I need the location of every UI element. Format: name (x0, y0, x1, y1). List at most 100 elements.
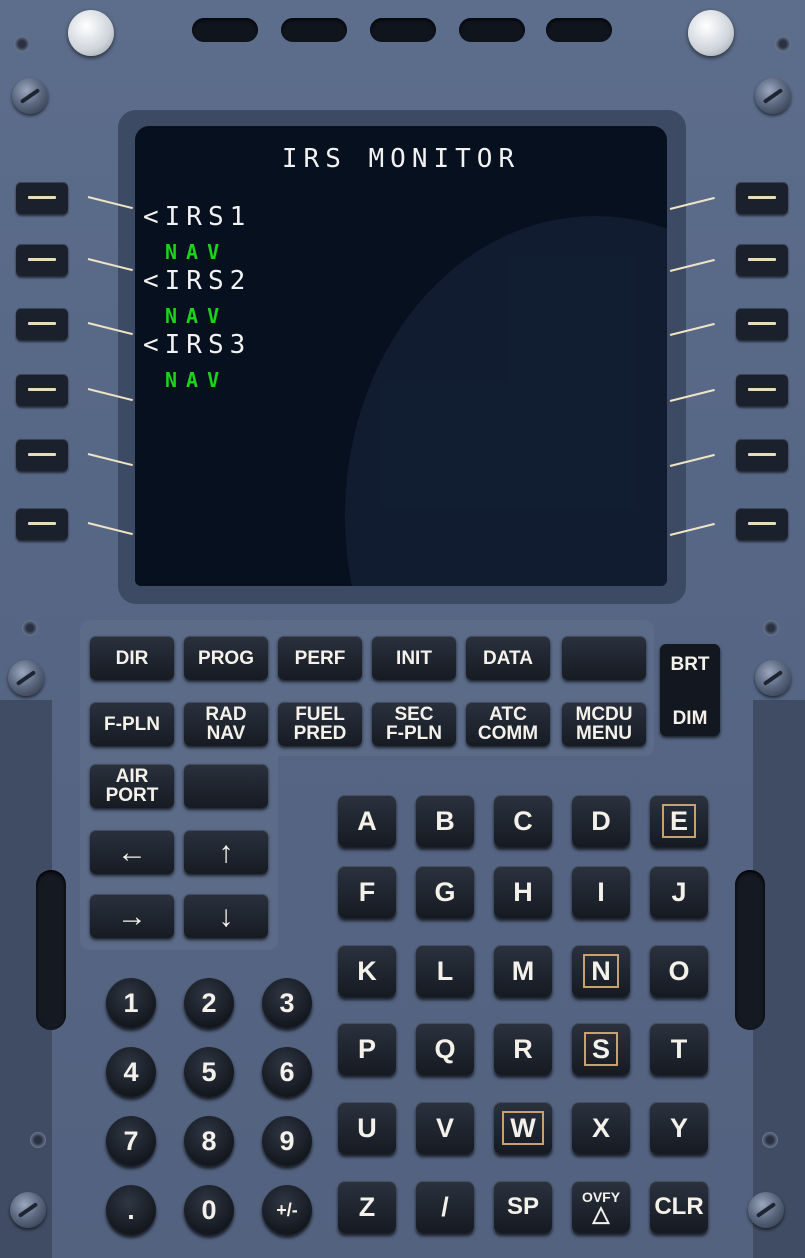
blank-key[interactable] (562, 636, 646, 680)
atc-comm-key[interactable]: ATC COMM (466, 702, 550, 746)
key-label: P (357, 1033, 376, 1064)
key-f[interactable]: F (338, 866, 396, 918)
lsk-3r-button[interactable] (736, 308, 788, 340)
rivet (14, 36, 30, 52)
key-s[interactable]: S (572, 1023, 630, 1075)
key-t[interactable]: T (650, 1023, 708, 1075)
lsk-5l-button[interactable] (16, 439, 68, 471)
num-key-1[interactable]: 1 (106, 978, 156, 1028)
key-label: S (583, 1032, 618, 1066)
num-key-8[interactable]: 8 (184, 1116, 234, 1166)
rivet (775, 36, 791, 52)
mcdu-panel: IRS MONITOR <IRS1 NAV <IRS2 NAV <IRS3 NA… (0, 0, 805, 1258)
num-key-5[interactable]: 5 (184, 1047, 234, 1097)
right-arrow-key[interactable]: → (90, 894, 174, 938)
num-key-3[interactable]: 3 (262, 978, 312, 1028)
lsk-2l-label: <IRS2 (143, 266, 252, 296)
key-z[interactable]: Z (338, 1181, 396, 1233)
key-label: Q (434, 1033, 456, 1064)
key-label: I (597, 876, 605, 907)
key-clr[interactable]: CLR (650, 1181, 708, 1233)
left-arrow-key[interactable]: ← (90, 830, 174, 874)
up-arrow-key[interactable]: ↑ (184, 830, 268, 874)
key-label: CLR (654, 1193, 704, 1220)
lsk-2r-button[interactable] (736, 244, 788, 276)
lsk-5r-button[interactable] (736, 439, 788, 471)
key-q[interactable]: Q (416, 1023, 474, 1075)
annunciator-slot (281, 18, 347, 42)
key-j[interactable]: J (650, 866, 708, 918)
data-key[interactable]: DATA (466, 636, 550, 680)
dir-key[interactable]: DIR (90, 636, 174, 680)
key-p[interactable]: P (338, 1023, 396, 1075)
key-l[interactable]: L (416, 945, 474, 997)
perf-key[interactable]: PERF (278, 636, 362, 680)
rivet (22, 620, 38, 636)
irs3-status: NAV (165, 368, 229, 392)
key-a[interactable]: A (338, 795, 396, 847)
num-key-4[interactable]: 4 (106, 1047, 156, 1097)
num-key-plus-minus[interactable]: +/- (262, 1185, 312, 1235)
init-key[interactable]: INIT (372, 636, 456, 680)
key-w[interactable]: W (494, 1102, 552, 1154)
key-label: G (434, 876, 456, 907)
num-key-decimal[interactable]: . (106, 1185, 156, 1235)
lsk-3l-button[interactable] (16, 308, 68, 340)
lsk-1l-button[interactable] (16, 182, 68, 214)
key-k[interactable]: K (338, 945, 396, 997)
key-slash[interactable]: / (416, 1181, 474, 1233)
key-g[interactable]: G (416, 866, 474, 918)
screw-icon (12, 78, 48, 114)
key-label: Y (669, 1112, 688, 1143)
key-e[interactable]: E (650, 795, 708, 847)
blank-key[interactable] (184, 764, 268, 808)
annunciator-slot (192, 18, 258, 42)
key-label: W (502, 1111, 544, 1145)
top-left-knob (68, 10, 114, 56)
num-key-2[interactable]: 2 (184, 978, 234, 1028)
screw-icon (10, 1192, 46, 1228)
lsk-6l-button[interactable] (16, 508, 68, 540)
key-label: B (435, 805, 455, 836)
f-pln-key[interactable]: F-PLN (90, 702, 174, 746)
key-sp[interactable]: SP (494, 1181, 552, 1233)
key-i[interactable]: I (572, 866, 630, 918)
key-ovfy[interactable]: OVFY △ (572, 1181, 630, 1233)
key-label: C (513, 805, 533, 836)
rad-nav-key[interactable]: RAD NAV (184, 702, 268, 746)
key-o[interactable]: O (650, 945, 708, 997)
lsk-6r-button[interactable] (736, 508, 788, 540)
num-key-9[interactable]: 9 (262, 1116, 312, 1166)
lsk-1r-button[interactable] (736, 182, 788, 214)
key-label: D (591, 805, 611, 836)
key-label: M (511, 955, 535, 986)
num-key-7[interactable]: 7 (106, 1116, 156, 1166)
prog-key[interactable]: PROG (184, 636, 268, 680)
num-key-6[interactable]: 6 (262, 1047, 312, 1097)
sec-f-pln-key[interactable]: SEC F-PLN (372, 702, 456, 746)
key-label: R (513, 1033, 533, 1064)
mcdu-menu-key[interactable]: MCDU MENU (562, 702, 646, 746)
key-label: F (358, 876, 376, 907)
key-y[interactable]: Y (650, 1102, 708, 1154)
key-d[interactable]: D (572, 795, 630, 847)
key-h[interactable]: H (494, 866, 552, 918)
num-key-0[interactable]: 0 (184, 1185, 234, 1235)
key-m[interactable]: M (494, 945, 552, 997)
lsk-2l-button[interactable] (16, 244, 68, 276)
key-n[interactable]: N (572, 945, 630, 997)
mcdu-display: IRS MONITOR <IRS1 NAV <IRS2 NAV <IRS3 NA… (135, 126, 667, 586)
key-x[interactable]: X (572, 1102, 630, 1154)
fuel-pred-key[interactable]: FUEL PRED (278, 702, 362, 746)
screw-icon (755, 660, 791, 696)
lsk-4l-button[interactable] (16, 374, 68, 406)
brightness-rocker[interactable]: BRT DIM (660, 644, 720, 736)
airport-key[interactable]: AIR PORT (90, 764, 174, 808)
key-r[interactable]: R (494, 1023, 552, 1075)
key-v[interactable]: V (416, 1102, 474, 1154)
key-c[interactable]: C (494, 795, 552, 847)
down-arrow-key[interactable]: ↓ (184, 894, 268, 938)
lsk-4r-button[interactable] (736, 374, 788, 406)
key-u[interactable]: U (338, 1102, 396, 1154)
key-b[interactable]: B (416, 795, 474, 847)
